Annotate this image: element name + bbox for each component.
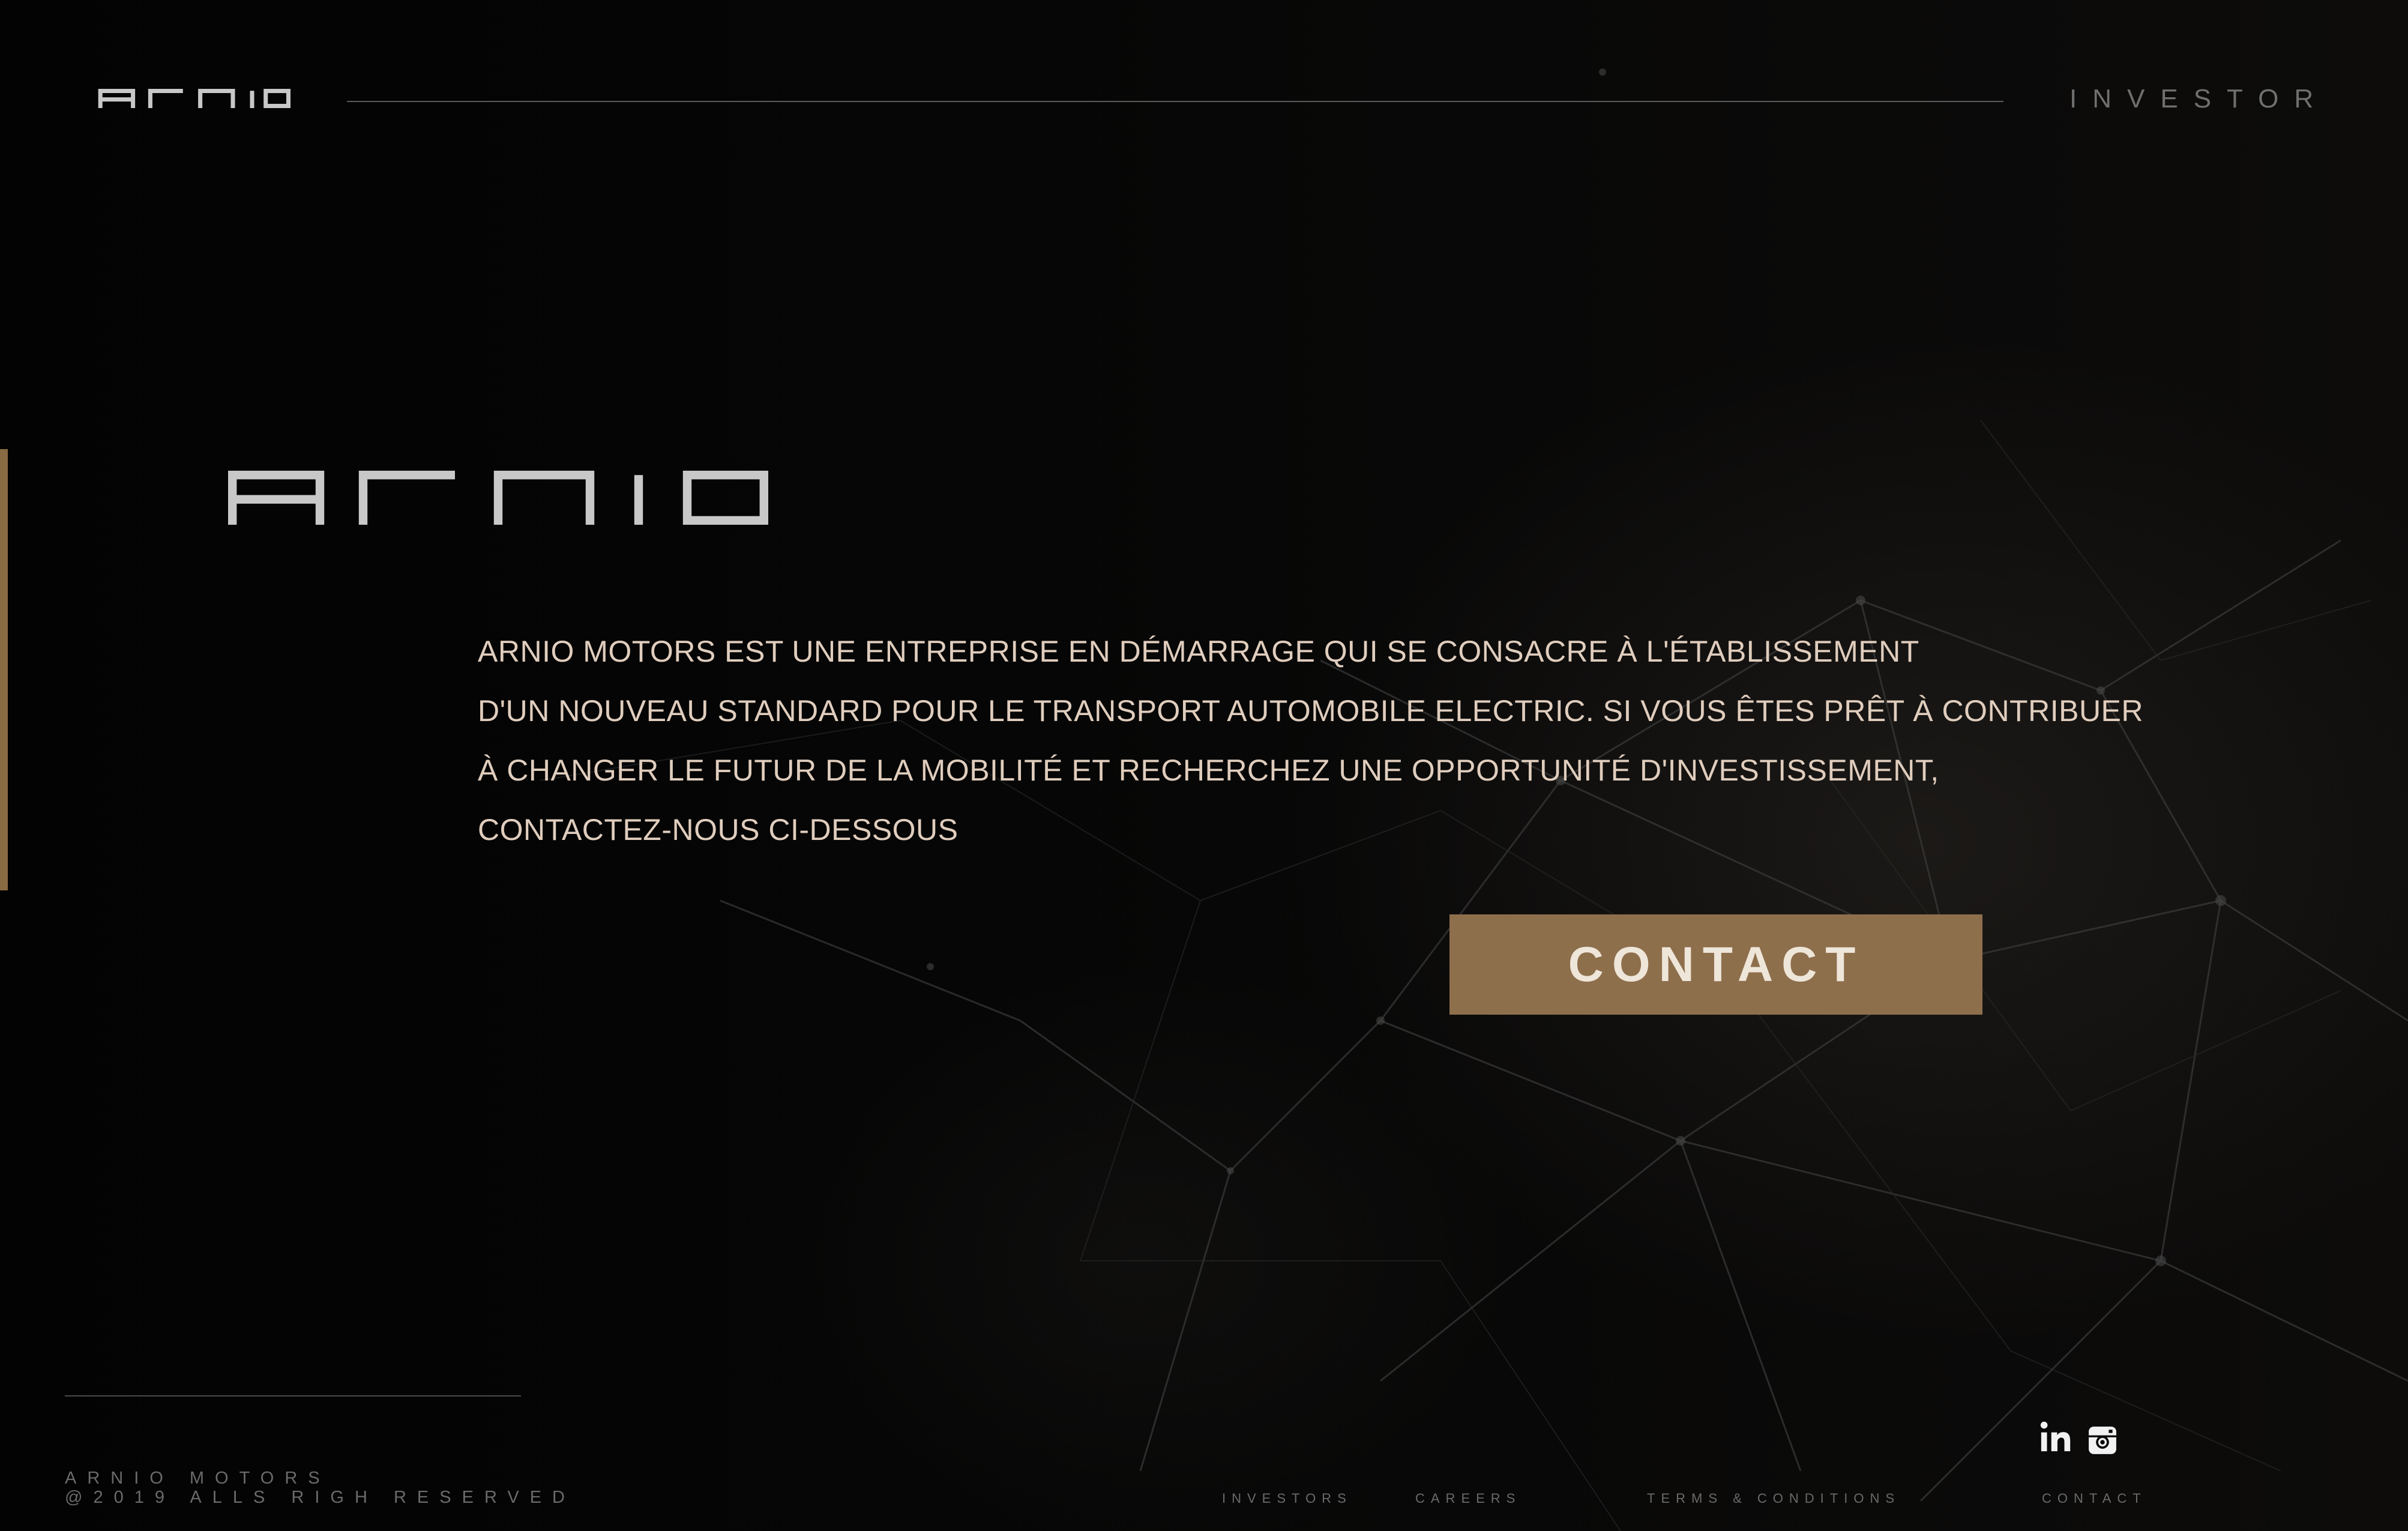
accent-bar xyxy=(0,449,8,890)
linkedin-icon[interactable] xyxy=(2038,1419,2073,1454)
instagram-icon[interactable] xyxy=(2087,1425,2118,1455)
hero-description: ARNIO MOTORS EST UNE ENTREPRISE EN DÉMAR… xyxy=(478,622,2144,860)
contact-button[interactable]: CONTACT xyxy=(1449,914,1982,1015)
hero-line: D'UN NOUVEAU STANDARD POUR LE TRANSPORT … xyxy=(478,694,2144,728)
footer-link-careers[interactable]: CAREERS xyxy=(1415,1491,1521,1506)
arnio-logo-large xyxy=(228,471,768,525)
arnio-logo-small[interactable] xyxy=(95,89,294,108)
hero-line: CONTACTEZ-NOUS CI-DESSOUS xyxy=(478,813,959,847)
nav-investor-link[interactable]: INVESTOR xyxy=(2069,84,2329,114)
footer-link-investors[interactable]: INVESTORS xyxy=(1222,1491,1352,1506)
footer-link-terms[interactable]: TERMS & CONDITIONS xyxy=(1647,1491,1900,1506)
footer-brand: ARNIO MOTORS @2019 ALLS RIGH RESERVED xyxy=(65,1469,576,1507)
header-divider xyxy=(347,101,2003,102)
hero-line: À CHANGER LE FUTUR DE LA MOBILITÉ ET REC… xyxy=(478,753,1939,787)
hero-line: ARNIO MOTORS EST UNE ENTREPRISE EN DÉMAR… xyxy=(478,635,1919,668)
footer-link-contact[interactable]: CONTACT xyxy=(2042,1491,2147,1506)
footer-company-name: ARNIO MOTORS xyxy=(65,1469,331,1488)
footer-divider xyxy=(65,1395,521,1397)
footer-copyright: @2019 ALLS RIGH RESERVED xyxy=(65,1488,576,1507)
